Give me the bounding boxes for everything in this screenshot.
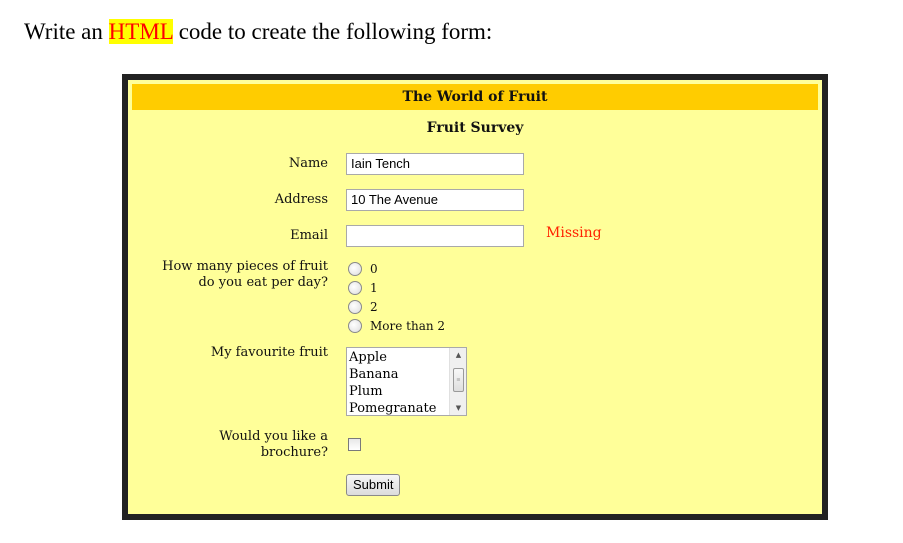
radio-option-label: More than 2 <box>370 319 446 334</box>
address-field[interactable]: 10 The Avenue <box>346 189 524 211</box>
name-field[interactable]: Iain Tench <box>346 153 524 175</box>
listbox-scrollbar[interactable]: ▲ ≡ ▼ <box>449 348 466 415</box>
radio-option-1[interactable]: 1 <box>348 279 378 297</box>
brochure-label: Would you like a brochure? <box>219 429 328 461</box>
email-error-message: Missing <box>546 225 602 241</box>
brochure-checkbox[interactable] <box>348 438 361 451</box>
submit-button[interactable]: Submit <box>346 474 401 496</box>
scroll-down-arrow-icon[interactable]: ▼ <box>450 404 467 412</box>
listbox-option-apple[interactable]: Apple <box>349 349 436 366</box>
radio-button[interactable] <box>348 281 362 296</box>
radio-option-0[interactable]: 0 <box>348 260 378 278</box>
radio-button[interactable] <box>348 262 362 277</box>
radio-button[interactable] <box>348 319 362 334</box>
fruit-pieces-label-line1: How many pieces of fruit <box>162 259 328 274</box>
listbox-options: Apple Banana Plum Pomegranate <box>349 349 436 417</box>
email-label: Email <box>290 228 328 243</box>
form-screenshot-frame: The World of Fruit Fruit Survey Name Iai… <box>122 74 828 520</box>
listbox-option-pomegranate[interactable]: Pomegranate <box>349 400 436 417</box>
fruit-pieces-label: How many pieces of fruit do you eat per … <box>162 259 328 291</box>
address-label: Address <box>274 192 328 207</box>
banner-title: The World of Fruit <box>132 84 818 110</box>
instruction-before: Write an <box>24 19 109 44</box>
name-label: Name <box>288 156 328 171</box>
scroll-up-arrow-icon[interactable]: ▲ <box>450 351 467 359</box>
brochure-label-line1: Would you like a <box>219 429 328 444</box>
fruit-survey-panel: The World of Fruit Fruit Survey Name Iai… <box>128 80 822 514</box>
survey-title: Fruit Survey <box>426 120 524 136</box>
radio-option-label: 0 <box>370 262 378 277</box>
brochure-label-line2: brochure? <box>260 445 328 460</box>
instruction-text: Write an HTML code to create the followi… <box>24 19 492 45</box>
listbox-option-plum[interactable]: Plum <box>349 383 436 400</box>
radio-option-more-than-2[interactable]: More than 2 <box>348 317 445 335</box>
instruction-after: code to create the following form: <box>172 19 493 44</box>
instruction-highlight: HTML <box>108 19 173 44</box>
radio-button[interactable] <box>348 300 362 315</box>
scroll-thumb[interactable]: ≡ <box>453 368 464 392</box>
listbox-option-banana[interactable]: Banana <box>349 366 436 383</box>
email-field[interactable] <box>346 225 524 247</box>
radio-option-label: 2 <box>370 300 378 315</box>
radio-option-label: 1 <box>370 281 378 296</box>
radio-option-2[interactable]: 2 <box>348 298 378 316</box>
fruit-pieces-label-line2: do you eat per day? <box>198 275 328 290</box>
favourite-fruit-listbox[interactable]: Apple Banana Plum Pomegranate ▲ ≡ ▼ <box>346 347 467 416</box>
favourite-fruit-label: My favourite fruit <box>210 345 328 360</box>
